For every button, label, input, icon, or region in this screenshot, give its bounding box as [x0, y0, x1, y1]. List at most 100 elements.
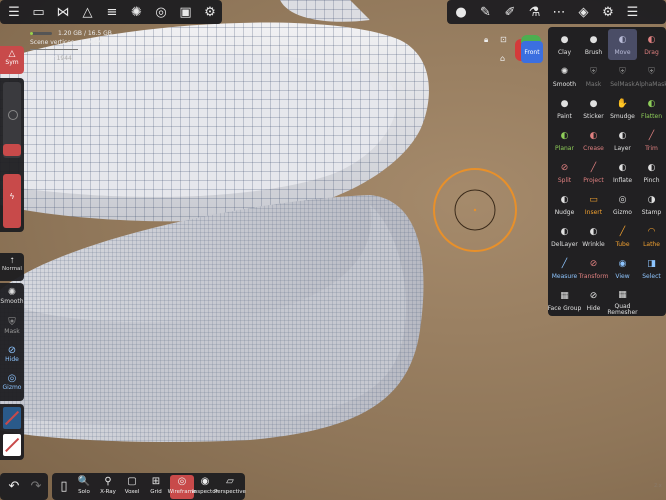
tool-clay[interactable]: ● Clay: [550, 29, 579, 60]
bottom-inspector-button[interactable]: ◉ Inspector: [192, 475, 218, 499]
tool-selmask[interactable]: ⛨ SelMask: [608, 61, 637, 92]
object-info[interactable]: ⚙ Collar 1944: [30, 55, 72, 62]
select-icon: ◨: [647, 259, 656, 269]
tool-alphamask[interactable]: ⛨ AlphaMask: [635, 61, 666, 92]
undo-icon[interactable]: ↶: [2, 475, 26, 497]
scene-icon[interactable]: △: [76, 1, 100, 23]
tool-label: Mask: [585, 81, 602, 88]
tool-lathe[interactable]: ◠ Lathe: [637, 221, 666, 252]
redo-icon[interactable]: ↷: [24, 475, 48, 497]
tool-label: Insert: [584, 209, 603, 216]
frame-icon[interactable]: ⊡: [500, 35, 507, 44]
tool-hide[interactable]: ⊘ Hide: [579, 285, 608, 316]
radius-slider[interactable]: [3, 82, 21, 158]
tool-trim[interactable]: ╱ Trim: [637, 125, 666, 156]
bottom-wireframe-button[interactable]: ◎ Wireframe: [168, 475, 196, 499]
tool-face-group[interactable]: ▦ Face Group: [548, 285, 582, 316]
tool-label: Planar: [555, 145, 574, 152]
material-icon[interactable]: ●: [449, 1, 473, 23]
sym-button[interactable]: △ Sym: [0, 46, 24, 74]
tool-smudge[interactable]: ✋ Smudge: [608, 93, 637, 124]
view-cube[interactable]: Front: [515, 35, 545, 65]
tool-wrinkle[interactable]: ◐ Wrinkle: [579, 221, 608, 252]
tool-drag[interactable]: ◐ Drag: [637, 29, 666, 60]
tool-flatten[interactable]: ◐ Flatten: [637, 93, 666, 124]
tool-layer[interactable]: ◐ Layer: [608, 125, 637, 156]
gear-icon[interactable]: ⚙: [198, 1, 222, 23]
tool-project[interactable]: ╱ Project: [579, 157, 608, 188]
transform-icon: ⊘: [589, 259, 598, 269]
tool-dellayer[interactable]: ◐ DelLayer: [550, 221, 579, 252]
hide-button[interactable]: ⊘ Hide: [2, 345, 22, 363]
tool-insert[interactable]: ▭ Insert: [579, 189, 608, 220]
tool-select[interactable]: ◨ Select: [637, 253, 666, 284]
tool-view[interactable]: ◉ View: [608, 253, 637, 284]
share-icon[interactable]: ⋈: [51, 1, 75, 23]
tool-gizmo[interactable]: ◎ Gizmo: [608, 189, 637, 220]
tool-move[interactable]: ◐ Move: [608, 29, 637, 60]
list-icon[interactable]: ☰: [621, 1, 645, 23]
bottom-voxel-button[interactable]: ▢ Voxel: [120, 475, 144, 499]
bottom-grid-button[interactable]: ⊞ Grid: [144, 475, 168, 499]
tool-brush[interactable]: ● Brush: [579, 29, 608, 60]
tool-paint[interactable]: ● Paint: [550, 93, 579, 124]
image-icon[interactable]: ▣: [174, 1, 198, 23]
tool-label: Sticker: [583, 113, 604, 120]
tool-label: Layer: [614, 145, 631, 152]
tool-smooth[interactable]: ✺ Smooth: [550, 61, 579, 92]
gizmo-button[interactable]: ◎ Gizmo: [2, 373, 22, 391]
tool-pinch[interactable]: ◐ Pinch: [637, 157, 666, 188]
normal-button[interactable]: ⭡ Normal: [0, 253, 24, 281]
sliders-icon[interactable]: ≡: [100, 1, 124, 23]
tool-stamp[interactable]: ◑ Stamp: [637, 189, 666, 220]
dropper-icon[interactable]: ✐: [498, 1, 522, 23]
menu-icon[interactable]: ☰: [2, 1, 26, 23]
wrinkle-icon: ◐: [589, 227, 598, 237]
flask-icon[interactable]: ⚗: [523, 1, 547, 23]
tool-tube[interactable]: ╱ Tube: [608, 221, 637, 252]
bottom-perspective-button[interactable]: ▱ Perspective: [214, 475, 246, 499]
layers-icon[interactable]: ◈: [572, 1, 596, 23]
tool-crease[interactable]: ◐ Crease: [579, 125, 608, 156]
tool-label: Lathe: [643, 241, 660, 248]
gizmo-label: Gizmo: [2, 384, 22, 391]
brush-icon[interactable]: ✎: [474, 1, 498, 23]
tool-inflate[interactable]: ◐ Inflate: [608, 157, 637, 188]
normal-label: Normal: [2, 266, 22, 272]
tool-label: Smooth: [552, 81, 577, 88]
gizmo-icon: ◎: [7, 373, 17, 384]
folder-icon[interactable]: ▭: [27, 1, 51, 23]
tool-nudge[interactable]: ◐ Nudge: [550, 189, 579, 220]
tool-label: Flatten: [641, 113, 662, 120]
tool-planar[interactable]: ◐ Planar: [550, 125, 579, 156]
gear-icon[interactable]: ⚙: [596, 1, 620, 23]
topology-icon[interactable]: ⋯: [547, 1, 571, 23]
home-icon[interactable]: ⌂: [500, 54, 505, 63]
bottom-x-ray-button[interactable]: ⚲ X-Ray: [96, 475, 120, 499]
voxel-icon: ▢: [127, 476, 137, 487]
tool-quad-remesher[interactable]: ▦ Quad Remesher: [607, 285, 638, 316]
tool-label: Nudge: [554, 209, 575, 216]
tool-split[interactable]: ⊘ Split: [550, 157, 579, 188]
grid-icon: ⊞: [151, 476, 161, 487]
smooth-button[interactable]: ✺ Smooth: [0, 287, 23, 305]
material-swatch[interactable]: [3, 434, 21, 456]
color-swatch[interactable]: [3, 407, 21, 429]
tool-label: Quad Remesher: [607, 303, 638, 316]
mask-button[interactable]: ⛨ Mask: [2, 317, 22, 335]
sun-icon[interactable]: ✺: [125, 1, 149, 23]
slider-panel: ϟ: [0, 78, 24, 232]
flatten-icon: ◐: [647, 99, 656, 109]
tool-label: Project: [583, 177, 604, 184]
tool-measure[interactable]: ╱ Measure: [550, 253, 579, 284]
bottom-solo-button[interactable]: 🔍 Solo: [72, 475, 96, 499]
drag-icon: ◐: [647, 35, 656, 45]
intensity-slider[interactable]: ϟ: [3, 174, 21, 228]
globe-icon[interactable]: ◎: [149, 1, 173, 23]
planar-icon: ◐: [560, 131, 569, 141]
lock-icon[interactable]: 🔒︎: [484, 35, 488, 45]
tool-transform[interactable]: ⊘ Transform: [579, 253, 609, 284]
solo-icon: 🔍: [77, 476, 91, 487]
tool-sticker[interactable]: ● Sticker: [579, 93, 608, 124]
tool-mask[interactable]: ⛨ Mask: [579, 61, 608, 92]
